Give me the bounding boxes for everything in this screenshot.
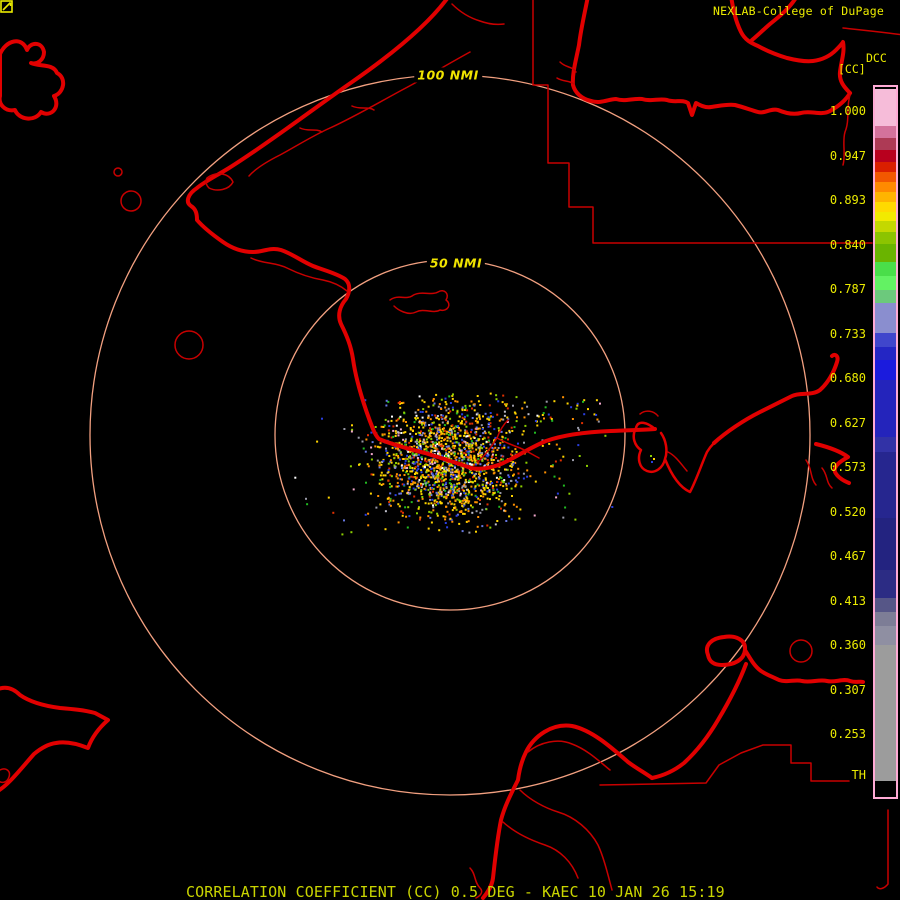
coastline-bay-loop	[634, 423, 714, 492]
product-caption: CORRELATION COEFFICIENT (CC) 0.5 DEG - K…	[186, 883, 725, 900]
colorbar-band	[875, 303, 896, 333]
colorbar-band	[875, 202, 896, 212]
colorbar-band	[875, 452, 896, 518]
scale-tick-label: 0.947	[790, 149, 866, 164]
colorbar-band	[875, 290, 896, 303]
coast-detail-hook-loop	[206, 174, 233, 190]
lake-bottom-right	[707, 637, 745, 665]
range-ring-label-100nmi: 100 NMI	[414, 68, 482, 83]
site-title: NEXLAB-College of DuPage	[713, 4, 884, 18]
coast-thin-top-right	[843, 28, 900, 35]
scale-tick-label: 0.573	[790, 460, 866, 475]
colorbar-band	[875, 192, 896, 202]
coast-detail-near-50nmi	[390, 291, 449, 314]
color-scale-bar	[873, 85, 898, 799]
coastline-br-diagonal	[652, 664, 746, 778]
scale-tick-label: 0.413	[790, 594, 866, 609]
colorbar-band	[875, 221, 896, 232]
colorbar-band	[875, 276, 896, 290]
colorbar-band	[875, 212, 896, 221]
coastline-nw-island	[0, 41, 63, 118]
colorbar-band	[875, 518, 896, 570]
radar-display[interactable]: NEXLAB-College of DuPage DCC [CC] 100 NM…	[0, 0, 900, 900]
colorbar-band	[875, 360, 896, 380]
colorbar-band	[875, 380, 896, 437]
scale-tick-label: 0.893	[790, 193, 866, 208]
colorbar-band	[875, 612, 896, 626]
scale-tick-label: 0.627	[790, 416, 866, 431]
colorbar-band	[875, 645, 896, 781]
dupage-logo-icon	[0, 0, 14, 14]
colorbar-band	[875, 182, 896, 192]
colorbar-band	[875, 333, 896, 347]
colorbar-band	[875, 232, 896, 244]
colorbar-band	[875, 138, 896, 150]
scale-tick-label: 0.733	[790, 327, 866, 342]
colorbar-band	[875, 347, 896, 360]
coastline-br-shore	[745, 650, 863, 682]
coastline-north-bay-west-wall	[573, 0, 591, 101]
boundary-vertical-bottom-right	[877, 810, 888, 889]
coast-thin-top-center	[452, 4, 504, 24]
scale-tick-label: 0.467	[790, 549, 866, 564]
scale-tick-label: 0.840	[790, 238, 866, 253]
dome-tail-rivers	[503, 790, 612, 890]
colorbar-band	[875, 162, 896, 172]
scale-tick-label: 0.787	[790, 282, 866, 297]
lake-circle-west	[121, 191, 141, 211]
lake-circle-center-west	[175, 331, 203, 359]
dome-inner-detail	[528, 741, 610, 770]
colorbar-band	[875, 626, 896, 645]
lake-blob-west-small	[114, 168, 122, 176]
radar-map-canvas[interactable]	[0, 0, 900, 900]
threshold-label: TH	[790, 768, 866, 783]
product-code-label: DCC	[866, 51, 887, 65]
colorbar-band	[875, 598, 896, 612]
colorbar-band	[875, 262, 896, 276]
range-ring-label-50nmi: 50 NMI	[427, 256, 485, 271]
coastline-br-dome	[483, 726, 652, 898]
colorbar-band	[875, 781, 896, 797]
scale-tick-label: 0.253	[790, 727, 866, 742]
colorbar-band	[875, 150, 896, 162]
colorbar-band	[875, 570, 896, 598]
colorbar-band	[875, 244, 896, 262]
radar-echo-layer	[294, 393, 655, 536]
colorbar-band	[875, 126, 896, 138]
colorbar-band	[875, 172, 896, 182]
units-label: [CC]	[838, 62, 866, 76]
scale-tick-label: 0.307	[790, 683, 866, 698]
coastline-bl-arrow	[0, 688, 108, 792]
colorbar-band	[875, 89, 896, 126]
scale-tick-label: 0.680	[790, 371, 866, 386]
scale-tick-label: 0.360	[790, 638, 866, 653]
scale-tick-label: 0.520	[790, 505, 866, 520]
bl-arrow-inner-detail	[0, 769, 9, 782]
scale-tick-label: 1.000	[790, 104, 866, 119]
colorbar-band	[875, 437, 896, 452]
